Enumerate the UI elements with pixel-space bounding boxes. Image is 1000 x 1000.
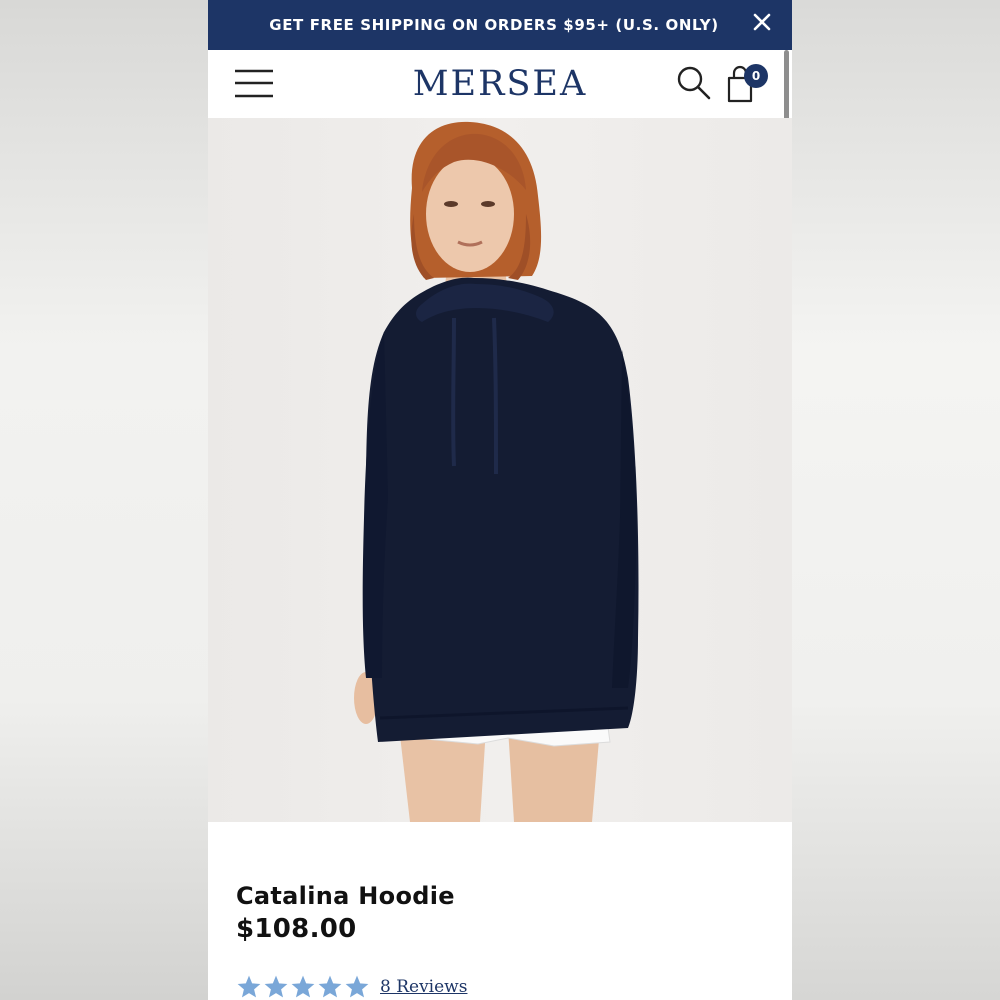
reviews-link[interactable]: 8 Reviews [380, 977, 467, 997]
star-rating [236, 974, 370, 1000]
mobile-screen: GET FREE SHIPPING ON ORDERS $95+ (U.S. O… [208, 0, 792, 1000]
product-info: Catalina Hoodie $108.00 8 Reviews [208, 822, 792, 1000]
star-icon [291, 975, 315, 998]
star-icon [318, 975, 342, 998]
product-price: $108.00 [236, 914, 357, 944]
shipping-banner: GET FREE SHIPPING ON ORDERS $95+ (U.S. O… [208, 0, 792, 50]
star-icon [345, 975, 369, 998]
shipping-banner-text: GET FREE SHIPPING ON ORDERS $95+ (U.S. O… [269, 16, 719, 34]
search-icon[interactable] [676, 65, 712, 101]
star-icon [237, 975, 261, 998]
star-icon [264, 975, 288, 998]
backdrop-right [792, 0, 1000, 1000]
product-title: Catalina Hoodie [236, 882, 455, 910]
cart-count-badge: 0 [744, 64, 768, 88]
backdrop-left [0, 0, 208, 1000]
product-rating: 8 Reviews [236, 974, 467, 1000]
product-photo[interactable] [208, 118, 792, 822]
site-header: MERSEA 0 [208, 50, 792, 118]
close-icon[interactable] [750, 10, 774, 34]
shopping-bag-icon[interactable]: 0 [726, 64, 770, 104]
